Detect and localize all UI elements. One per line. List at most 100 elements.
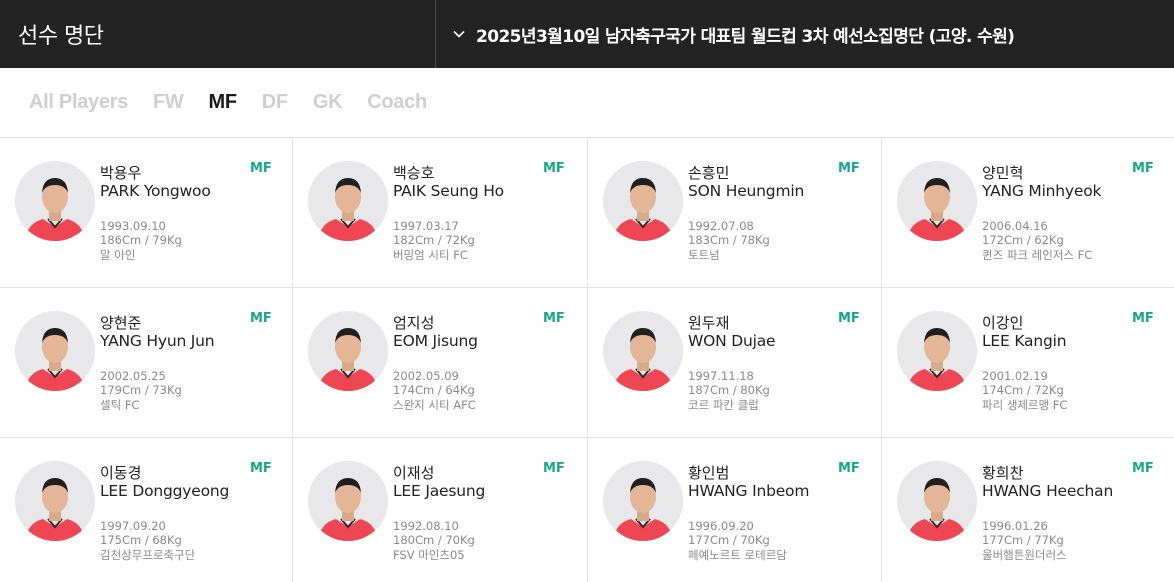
tab-fw[interactable]: FW	[153, 91, 184, 114]
player-height-weight: 172Cm / 62Kg	[982, 233, 1064, 247]
player-height-weight: 186Cm / 79Kg	[100, 233, 182, 247]
position-badge: MF	[250, 161, 272, 176]
player-name-english: LEE Jaesung	[393, 482, 486, 500]
player-card[interactable]: 양민혁 YANG Minhyeok MF 2006.04.16 172Cm / 62Kg…	[882, 138, 1174, 288]
player-birthdate: 1997.03.17	[393, 219, 459, 233]
tab-df[interactable]: DF	[262, 91, 288, 114]
player-name-korean: 손흥민	[688, 164, 730, 182]
position-badge: MF	[543, 161, 565, 176]
player-club: 페예노르트 로테르담	[688, 548, 787, 562]
player-card[interactable]: 엄지성 EOM Jisung MF 2002.05.09 174Cm / 64Kg 스완지…	[293, 288, 588, 438]
player-photo	[603, 161, 683, 241]
player-name-korean: 이강인	[982, 314, 1024, 332]
player-name-korean: 엄지성	[393, 314, 435, 332]
player-photo	[15, 311, 95, 391]
player-birthdate: 1997.09.20	[100, 519, 166, 533]
player-card[interactable]: 이동경 LEE Donggyeong MF 1997.09.20 175Cm / 68K…	[0, 438, 293, 582]
player-card[interactable]: 이강인 LEE Kangin MF 2001.02.19 174Cm / 72Kg 파리 …	[882, 288, 1174, 438]
player-club: 토트넘	[688, 248, 720, 262]
tab-mf[interactable]: MF	[209, 91, 238, 114]
player-card[interactable]: 이재성 LEE Jaesung MF 1992.08.10 180Cm / 70Kg FS…	[293, 438, 588, 582]
player-height-weight: 174Cm / 72Kg	[982, 383, 1064, 397]
player-club: 셀틱 FC	[100, 398, 140, 412]
player-name-korean: 황인범	[688, 464, 730, 482]
page-title: 선수 명단	[0, 0, 436, 68]
position-badge: MF	[838, 161, 860, 176]
tab-gk[interactable]: GK	[313, 91, 343, 114]
roster-selector-dropdown[interactable]: 2025년3월10일 남자축구국가 대표팀 월드컵 3차 예선소집명단 (고양.…	[436, 0, 1174, 68]
player-name-korean: 원두재	[688, 314, 730, 332]
player-card[interactable]: 황희찬 HWANG Heechan MF 1996.01.26 177Cm / 77Kg…	[882, 438, 1174, 582]
player-birthdate: 1996.01.26	[982, 519, 1048, 533]
player-height-weight: 177Cm / 70Kg	[688, 533, 770, 547]
player-club: 파리 생제르맹 FC	[982, 398, 1068, 412]
player-birthdate: 1993.09.10	[100, 219, 166, 233]
player-club: 코르 파칸 클럽	[688, 398, 759, 412]
player-club: 김천상무프로축구단	[100, 548, 196, 562]
player-height-weight: 187Cm / 80Kg	[688, 383, 770, 397]
tab-coach[interactable]: Coach	[367, 91, 427, 114]
player-birthdate: 1992.07.08	[688, 219, 754, 233]
player-name-korean: 백승호	[393, 164, 435, 182]
player-photo	[308, 311, 388, 391]
player-name-english: SON Heungmin	[688, 182, 805, 200]
player-card[interactable]: 원두재 WON Dujae MF 1997.11.18 187Cm / 80Kg 코르 파…	[588, 288, 882, 438]
position-badge: MF	[543, 311, 565, 326]
position-badge: MF	[1132, 311, 1154, 326]
player-birthdate: 2006.04.16	[982, 219, 1048, 233]
player-grid: 박용우 PARK Yongwoo MF 1993.09.10 186Cm / 79Kg 알…	[0, 138, 1174, 582]
player-photo	[308, 161, 388, 241]
player-birthdate: 2001.02.19	[982, 369, 1048, 383]
player-photo	[897, 311, 977, 391]
player-photo	[603, 311, 683, 391]
player-birthdate: 2002.05.25	[100, 369, 166, 383]
player-height-weight: 174Cm / 64Kg	[393, 383, 475, 397]
player-name-english: HWANG Heechan	[982, 482, 1114, 500]
position-badge: MF	[838, 311, 860, 326]
player-photo	[603, 461, 683, 541]
player-name-korean: 이동경	[100, 464, 142, 482]
player-height-weight: 175Cm / 68Kg	[100, 533, 182, 547]
position-badge: MF	[250, 461, 272, 476]
player-birthdate: 2002.05.09	[393, 369, 459, 383]
player-name-english: YANG Minhyeok	[982, 182, 1102, 200]
player-name-english: PAIK Seung Ho	[393, 182, 504, 200]
position-tabs: All Players FW MF DF GK Coach	[0, 68, 1174, 138]
player-club: 퀸즈 파크 레인저스 FC	[982, 248, 1093, 262]
player-photo	[897, 461, 977, 541]
player-name-korean: 양현준	[100, 314, 142, 332]
player-club: 스완지 시티 AFC	[393, 398, 476, 412]
position-badge: MF	[1132, 161, 1154, 176]
player-photo	[308, 461, 388, 541]
player-name-english: EOM Jisung	[393, 332, 478, 350]
player-name-korean: 양민혁	[982, 164, 1024, 182]
player-club: FSV 마인츠05	[393, 548, 465, 562]
position-badge: MF	[838, 461, 860, 476]
player-club: 울버햄튼원더러스	[982, 548, 1067, 562]
player-club: 알 아인	[100, 248, 136, 262]
tab-all-players[interactable]: All Players	[29, 91, 128, 114]
player-card[interactable]: 양현준 YANG Hyun Jun MF 2002.05.25 179Cm / 73Kg…	[0, 288, 293, 438]
player-height-weight: 183Cm / 78Kg	[688, 233, 770, 247]
player-name-korean: 박용우	[100, 164, 142, 182]
player-birthdate: 1992.08.10	[393, 519, 459, 533]
player-photo	[897, 161, 977, 241]
player-name-english: HWANG Inbeom	[688, 482, 810, 500]
player-name-english: LEE Kangin	[982, 332, 1067, 350]
position-badge: MF	[543, 461, 565, 476]
chevron-down-icon	[450, 25, 468, 43]
player-name-english: PARK Yongwoo	[100, 182, 211, 200]
position-badge: MF	[250, 311, 272, 326]
player-card[interactable]: 황인범 HWANG Inbeom MF 1996.09.20 177Cm / 70Kg 페…	[588, 438, 882, 582]
player-card[interactable]: 손흥민 SON Heungmin MF 1992.07.08 183Cm / 78Kg 토…	[588, 138, 882, 288]
player-card[interactable]: 박용우 PARK Yongwoo MF 1993.09.10 186Cm / 79Kg 알…	[0, 138, 293, 288]
player-photo	[15, 461, 95, 541]
top-header: 선수 명단 2025년3월10일 남자축구국가 대표팀 월드컵 3차 예선소집명…	[0, 0, 1174, 68]
player-height-weight: 177Cm / 77Kg	[982, 533, 1064, 547]
player-birthdate: 1996.09.20	[688, 519, 754, 533]
player-height-weight: 180Cm / 70Kg	[393, 533, 475, 547]
player-card[interactable]: 백승호 PAIK Seung Ho MF 1997.03.17 182Cm / 72Kg…	[293, 138, 588, 288]
player-name-english: LEE Donggyeong	[100, 482, 230, 500]
player-name-english: WON Dujae	[688, 332, 776, 350]
player-name-korean: 황희찬	[982, 464, 1024, 482]
